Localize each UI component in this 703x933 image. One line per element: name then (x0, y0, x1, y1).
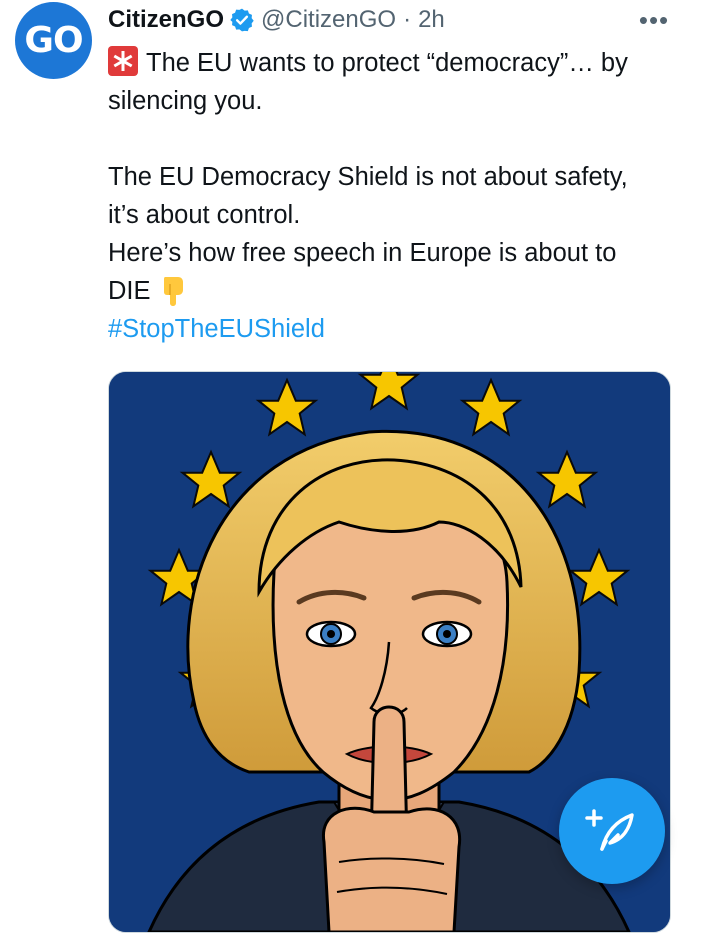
police-light-icon (108, 46, 138, 76)
tweet-line-6: DIE (108, 272, 688, 310)
tweet-header: CitizenGO @CitizenGO · 2h (108, 4, 628, 36)
avatar-text: GO (24, 20, 83, 61)
compose-feather-icon (585, 809, 634, 851)
avatar[interactable]: GO (15, 2, 92, 79)
tweet-line-2: silencing you. (108, 87, 263, 115)
user-handle[interactable]: @CitizenGO (261, 6, 396, 34)
tweet-line-1: The EU wants to protect “democracy”… by (108, 44, 688, 82)
tweet-line-5: Here’s how free speech in Europe is abou… (108, 239, 617, 267)
separator-dot: · (403, 6, 412, 33)
backhand-index-pointing-down-icon (163, 277, 183, 306)
compose-button[interactable] (559, 778, 665, 884)
tweet-line-4: it’s about control. (108, 201, 301, 229)
hashtag-link[interactable]: #StopTheEUShield (108, 310, 688, 348)
more-horizontal-icon[interactable]: ••• (632, 4, 676, 36)
tweet-line-1-text: The EU wants to protect “democracy”… by (146, 49, 628, 77)
timestamp[interactable]: 2h (418, 6, 445, 34)
display-name[interactable]: CitizenGO (108, 6, 224, 34)
tweet-line-3: The EU Democracy Shield is not about saf… (108, 163, 628, 191)
tweet-text: The EU wants to protect “democracy”… by … (108, 44, 688, 348)
tweet-line-6-text: DIE (108, 277, 151, 305)
verified-badge-icon (230, 8, 254, 32)
